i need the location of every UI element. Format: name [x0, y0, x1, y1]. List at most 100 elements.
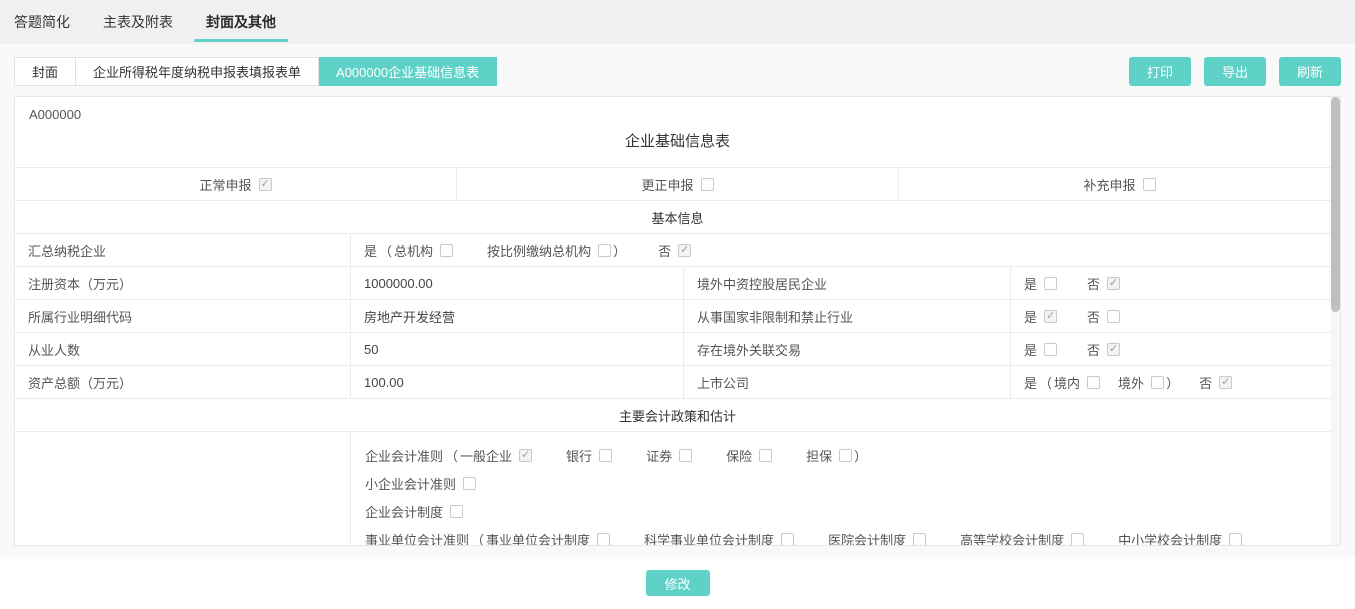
- domestic-listed-checkbox[interactable]: [1087, 376, 1100, 389]
- declare-supplement-label: 补充申报: [1083, 175, 1135, 194]
- consolidated-tax-row: 汇总纳税企业 是 （ 总机构 按比例缴纳总机构 ） 否: [15, 234, 1340, 267]
- sub-tab-cover[interactable]: 封面: [14, 57, 76, 86]
- non-restricted-yes-checkbox[interactable]: [1044, 310, 1057, 323]
- proportional-head-office-label: 按比例缴纳总机构: [487, 241, 591, 260]
- guarantee-label: 担保: [806, 446, 832, 465]
- refresh-button-label: 刷新: [1297, 62, 1323, 81]
- general-enterprise-label: 一般企业: [460, 446, 512, 465]
- action-buttons: 打印 导出 刷新: [1129, 57, 1341, 86]
- paren-close: ）: [1166, 373, 1179, 392]
- hospital-system-checkbox[interactable]: [913, 533, 926, 546]
- table-scrollbar-track[interactable]: [1331, 97, 1340, 545]
- science-institution-system-label: 科学事业单位会计制度: [644, 530, 774, 547]
- consolidated-no-checkbox[interactable]: [678, 244, 691, 257]
- bank-label: 银行: [566, 446, 592, 465]
- overseas-label: 境外: [1118, 373, 1144, 392]
- export-button-label: 导出: [1222, 62, 1248, 81]
- yes-label: 是: [1024, 307, 1037, 326]
- declare-correction-label: 更正申报: [641, 175, 693, 194]
- no-label: 否: [1199, 373, 1212, 392]
- no-label: 否: [658, 241, 671, 260]
- science-institution-system-checkbox[interactable]: [781, 533, 794, 546]
- sub-tab-label: 封面: [32, 62, 58, 81]
- sub-tab-form-list[interactable]: 企业所得税年度纳税申报表填报表单: [76, 57, 319, 86]
- export-button[interactable]: 导出: [1204, 57, 1266, 86]
- employee-count-label: 从业人数: [15, 333, 351, 365]
- small-enterprise-standard-checkbox[interactable]: [463, 477, 476, 490]
- registered-capital-row: 注册资本（万元） 1000000.00 境外中资控股居民企业 是 否: [15, 267, 1340, 300]
- tab-main-tables[interactable]: 主表及附表: [103, 0, 173, 44]
- securities-checkbox[interactable]: [679, 449, 692, 462]
- modify-button[interactable]: 修改: [646, 570, 710, 596]
- footer-bar: 修改: [0, 557, 1355, 609]
- overseas-listed-checkbox[interactable]: [1151, 376, 1164, 389]
- university-system-label: 高等学校会计制度: [960, 530, 1064, 547]
- section-basic-info-title: 基本信息: [15, 201, 1340, 233]
- declare-supplement-checkbox[interactable]: [1143, 178, 1156, 191]
- yes-label: 是: [1024, 274, 1037, 293]
- declare-supplement-cell: 补充申报: [899, 168, 1340, 200]
- section-accounting-title: 主要会计政策和估计: [15, 399, 1340, 431]
- insurance-checkbox[interactable]: [759, 449, 772, 462]
- overseas-related-yes-checkbox[interactable]: [1044, 343, 1057, 356]
- table-scrollbar-thumb[interactable]: [1331, 97, 1340, 312]
- non-restricted-no-checkbox[interactable]: [1107, 310, 1120, 323]
- head-office-checkbox[interactable]: [440, 244, 453, 257]
- proportional-head-office-checkbox[interactable]: [598, 244, 611, 257]
- consolidated-label: 汇总纳税企业: [15, 234, 351, 266]
- form-title: 企业基础信息表: [29, 130, 1326, 151]
- overseas-controlled-no-checkbox[interactable]: [1107, 277, 1120, 290]
- domestic-label: 境内: [1054, 373, 1080, 392]
- form-header: A000000 企业基础信息表: [15, 97, 1340, 168]
- refresh-button[interactable]: 刷新: [1279, 57, 1341, 86]
- paren-open: （: [379, 241, 392, 260]
- paren-open: （: [471, 530, 484, 547]
- declare-normal-label: 正常申报: [199, 175, 251, 194]
- declare-normal-checkbox[interactable]: [259, 178, 272, 191]
- tab-answer-simplify[interactable]: 答题简化: [14, 0, 70, 44]
- enterprise-system-label: 企业会计制度: [365, 502, 443, 521]
- guarantee-checkbox[interactable]: [839, 449, 852, 462]
- industry-code-value: 房地产开发经营: [351, 300, 684, 332]
- declare-correction-checkbox[interactable]: [701, 178, 714, 191]
- declare-type-row: 正常申报 更正申报 补充申报: [15, 168, 1340, 201]
- enterprise-system-checkbox[interactable]: [450, 505, 463, 518]
- print-button-label: 打印: [1147, 62, 1173, 81]
- industry-code-label: 所属行业明细代码: [15, 300, 351, 332]
- non-restricted-industry-label: 从事国家非限制和禁止行业: [684, 300, 1011, 332]
- accounting-standards-row: 企业会计准则 （ 一般企业 银行 证券 保险 担保 ） 小企业会计准则 企业会计…: [15, 432, 1340, 546]
- paren-open: （: [445, 446, 458, 465]
- yes-label: 是: [364, 241, 377, 260]
- sub-tab-label: A000000企业基础信息表: [336, 62, 479, 81]
- print-button[interactable]: 打印: [1129, 57, 1191, 86]
- institution-system-label: 事业单位会计制度: [486, 530, 590, 547]
- section-accounting: 主要会计政策和估计: [15, 399, 1340, 432]
- overseas-controlled-label: 境外中资控股居民企业: [684, 267, 1011, 299]
- overseas-controlled-yes-checkbox[interactable]: [1044, 277, 1057, 290]
- form-code: A000000: [29, 107, 1326, 122]
- institution-system-checkbox[interactable]: [597, 533, 610, 546]
- yes-label: 是: [1024, 373, 1037, 392]
- total-assets-row: 资产总额（万元） 100.00 上市公司 是 （ 境内 境外 ） 否: [15, 366, 1340, 399]
- tab-label: 答题简化: [14, 12, 70, 32]
- form-table: A000000 企业基础信息表 正常申报 更正申报 补充申报 基本信息 汇总纳税…: [14, 96, 1341, 546]
- general-enterprise-checkbox[interactable]: [519, 449, 532, 462]
- non-restricted-industry-yn: 是 否: [1011, 300, 1340, 332]
- bank-checkbox[interactable]: [599, 449, 612, 462]
- school-system-checkbox[interactable]: [1229, 533, 1242, 546]
- insurance-label: 保险: [726, 446, 752, 465]
- tab-cover-others[interactable]: 封面及其他: [206, 0, 276, 44]
- enterprise-standard-label: 企业会计准则: [365, 446, 443, 465]
- total-assets-value: 100.00: [351, 366, 684, 398]
- total-assets-label: 资产总额（万元）: [15, 366, 351, 398]
- paren-open: （: [1039, 373, 1052, 392]
- declare-correction-cell: 更正申报: [457, 168, 899, 200]
- overseas-related-no-checkbox[interactable]: [1107, 343, 1120, 356]
- listed-company-label: 上市公司: [684, 366, 1011, 398]
- overseas-related-trade-label: 存在境外关联交易: [684, 333, 1011, 365]
- university-system-checkbox[interactable]: [1071, 533, 1084, 546]
- listed-no-checkbox[interactable]: [1219, 376, 1232, 389]
- institution-standard-line: 事业单位会计准则 （ 事业单位会计制度 科学事业单位会计制度 医院会计制度 高等…: [365, 525, 1326, 546]
- paren-close: ）: [854, 446, 867, 465]
- sub-tab-a000000[interactable]: A000000企业基础信息表: [319, 57, 497, 86]
